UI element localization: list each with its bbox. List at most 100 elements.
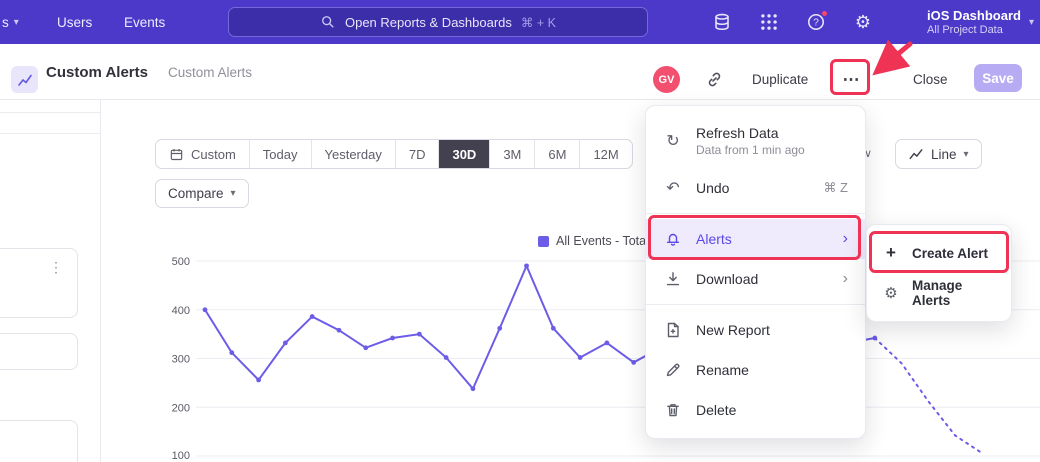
top-navbar: s ▾ Users Events Open Reports & Dashboar… [0, 0, 1040, 44]
report-type-icon [11, 66, 38, 93]
menu-item-text: Refresh Data Data from 1 min ago [696, 125, 805, 157]
search-placeholder: Open Reports & Dashboards [345, 15, 512, 30]
kebab-menu-icon[interactable]: ⋮ [49, 259, 63, 276]
chart-legend: All Events - Total [538, 234, 649, 248]
nav-item-boards-partial[interactable]: s ▾ [2, 0, 19, 44]
menu-divider [646, 213, 865, 214]
menu-item-new-report[interactable]: New Report [646, 310, 865, 350]
sidebar-card[interactable] [0, 420, 78, 462]
page-title: Custom Alerts [46, 64, 148, 81]
notification-dot-icon [821, 10, 828, 17]
menu-item-manage-alerts[interactable]: ⚙ Manage Alerts [867, 273, 1011, 313]
data-management-icon[interactable] [712, 12, 732, 32]
date-segment-7d[interactable]: 7D [395, 140, 439, 168]
global-search-input[interactable]: Open Reports & Dashboards ⌘ + K [228, 7, 648, 37]
duplicate-button[interactable]: Duplicate [752, 72, 808, 87]
calendar-icon [169, 147, 184, 162]
sidebar-card[interactable] [0, 333, 78, 370]
menu-item-undo[interactable]: ↶ Undo ⌘ Z [646, 168, 865, 208]
menu-item-label: Delete [696, 402, 736, 418]
date-segment-3m[interactable]: 3M [489, 140, 534, 168]
submenu-chevron-icon: › [843, 231, 848, 247]
menu-item-create-alert[interactable]: + Create Alert [867, 233, 1011, 273]
refresh-icon: ↻ [663, 131, 683, 151]
more-options-button[interactable]: ⋯ [838, 67, 864, 93]
menu-item-label: Rename [696, 362, 749, 378]
menu-item-rename[interactable]: Rename [646, 350, 865, 390]
project-info: iOS Dashboard All Project Data [927, 8, 1021, 36]
menu-item-label: Create Alert [912, 246, 988, 261]
menu-divider [646, 304, 865, 305]
bell-icon [663, 229, 683, 249]
close-button[interactable]: Close [913, 72, 948, 87]
submenu-chevron-icon: › [843, 271, 848, 287]
svg-text:100: 100 [172, 450, 190, 462]
sidebar-row-divider [0, 133, 100, 134]
save-button[interactable]: Save [974, 64, 1022, 92]
menu-item-download[interactable]: Download › [646, 259, 865, 299]
menu-item-label: Download [696, 271, 758, 287]
chevron-down-icon: ▾ [231, 188, 236, 199]
svg-text:500: 500 [172, 256, 190, 268]
navbar-icons: ? ⚙ [712, 0, 873, 44]
help-icon[interactable]: ? [806, 12, 826, 32]
menu-item-label: New Report [696, 322, 770, 338]
nav-item-users[interactable]: Users [57, 0, 92, 44]
plus-icon: + [881, 243, 901, 263]
report-header: Custom Alerts Custom Alerts GV Duplicate… [0, 44, 1040, 100]
chevron-down-icon: ▾ [964, 149, 969, 160]
search-icon [320, 14, 336, 30]
project-subtitle: All Project Data [927, 24, 1021, 36]
share-link-icon[interactable] [705, 70, 724, 89]
date-segment-12m[interactable]: 12M [579, 140, 631, 168]
app-window: 500 400 300 200 100 All Events - Total s ▾ U… [0, 0, 1040, 462]
nav-item-partial-label: s [2, 15, 9, 30]
menu-item-alerts[interactable]: Alerts › [646, 219, 865, 259]
svg-text:200: 200 [172, 402, 190, 414]
svg-text:?: ? [813, 18, 819, 29]
legend-label: All Events - Total [556, 234, 649, 248]
menu-item-sublabel: Data from 1 min ago [696, 143, 805, 157]
project-switcher[interactable]: iOS Dashboard All Project Data ▾ [927, 0, 1034, 44]
menu-item-label: Manage Alerts [912, 278, 997, 308]
avatar[interactable]: GV [653, 66, 680, 93]
settings-gear-icon[interactable]: ⚙ [853, 12, 873, 32]
undo-icon: ↶ [663, 178, 683, 198]
compare-button[interactable]: Compare ▾ [155, 179, 249, 208]
legend-swatch-icon [538, 236, 549, 247]
alerts-submenu: + Create Alert ⚙ Manage Alerts [866, 224, 1012, 322]
line-chart-icon [908, 146, 924, 162]
breadcrumb[interactable]: Custom Alerts [168, 65, 252, 80]
nav-item-events[interactable]: Events [124, 0, 165, 44]
search-shortcut: ⌘ + K [521, 15, 556, 30]
date-segment-6m[interactable]: 6M [534, 140, 579, 168]
chart-type-label: Line [931, 147, 957, 162]
sidebar-row-divider [0, 112, 100, 113]
chevron-down-icon: ▾ [1029, 17, 1034, 28]
apps-grid-icon[interactable] [759, 12, 779, 32]
svg-text:300: 300 [172, 354, 190, 366]
menu-item-label: Refresh Data [696, 125, 805, 141]
sidebar-card[interactable]: ⋮ [0, 248, 78, 318]
menu-item-label: Alerts [696, 231, 732, 247]
project-name: iOS Dashboard [927, 8, 1021, 23]
new-report-icon [663, 320, 683, 340]
date-segment-yesterday[interactable]: Yesterday [311, 140, 395, 168]
date-segment-custom[interactable]: Custom [156, 140, 249, 168]
menu-item-refresh-data[interactable]: ↻ Refresh Data Data from 1 min ago [646, 114, 865, 168]
menu-item-delete[interactable]: Delete [646, 390, 865, 430]
report-options-menu: ↻ Refresh Data Data from 1 min ago ↶ Und… [645, 105, 866, 439]
menu-item-label: Undo [696, 180, 729, 196]
trash-icon [663, 400, 683, 420]
gear-icon: ⚙ [881, 283, 901, 303]
date-segment-label: Custom [191, 147, 236, 162]
download-icon [663, 269, 683, 289]
date-segment-today[interactable]: Today [249, 140, 311, 168]
svg-text:400: 400 [172, 305, 190, 317]
pencil-icon [663, 360, 683, 380]
sidebar-divider [100, 100, 101, 462]
date-range-segmented-control: Custom Today Yesterday 7D 30D 3M 6M 12M [155, 139, 633, 169]
chevron-down-icon: ▾ [14, 17, 19, 28]
date-segment-30d[interactable]: 30D [438, 140, 489, 168]
chart-type-button[interactable]: Line ▾ [895, 139, 982, 169]
